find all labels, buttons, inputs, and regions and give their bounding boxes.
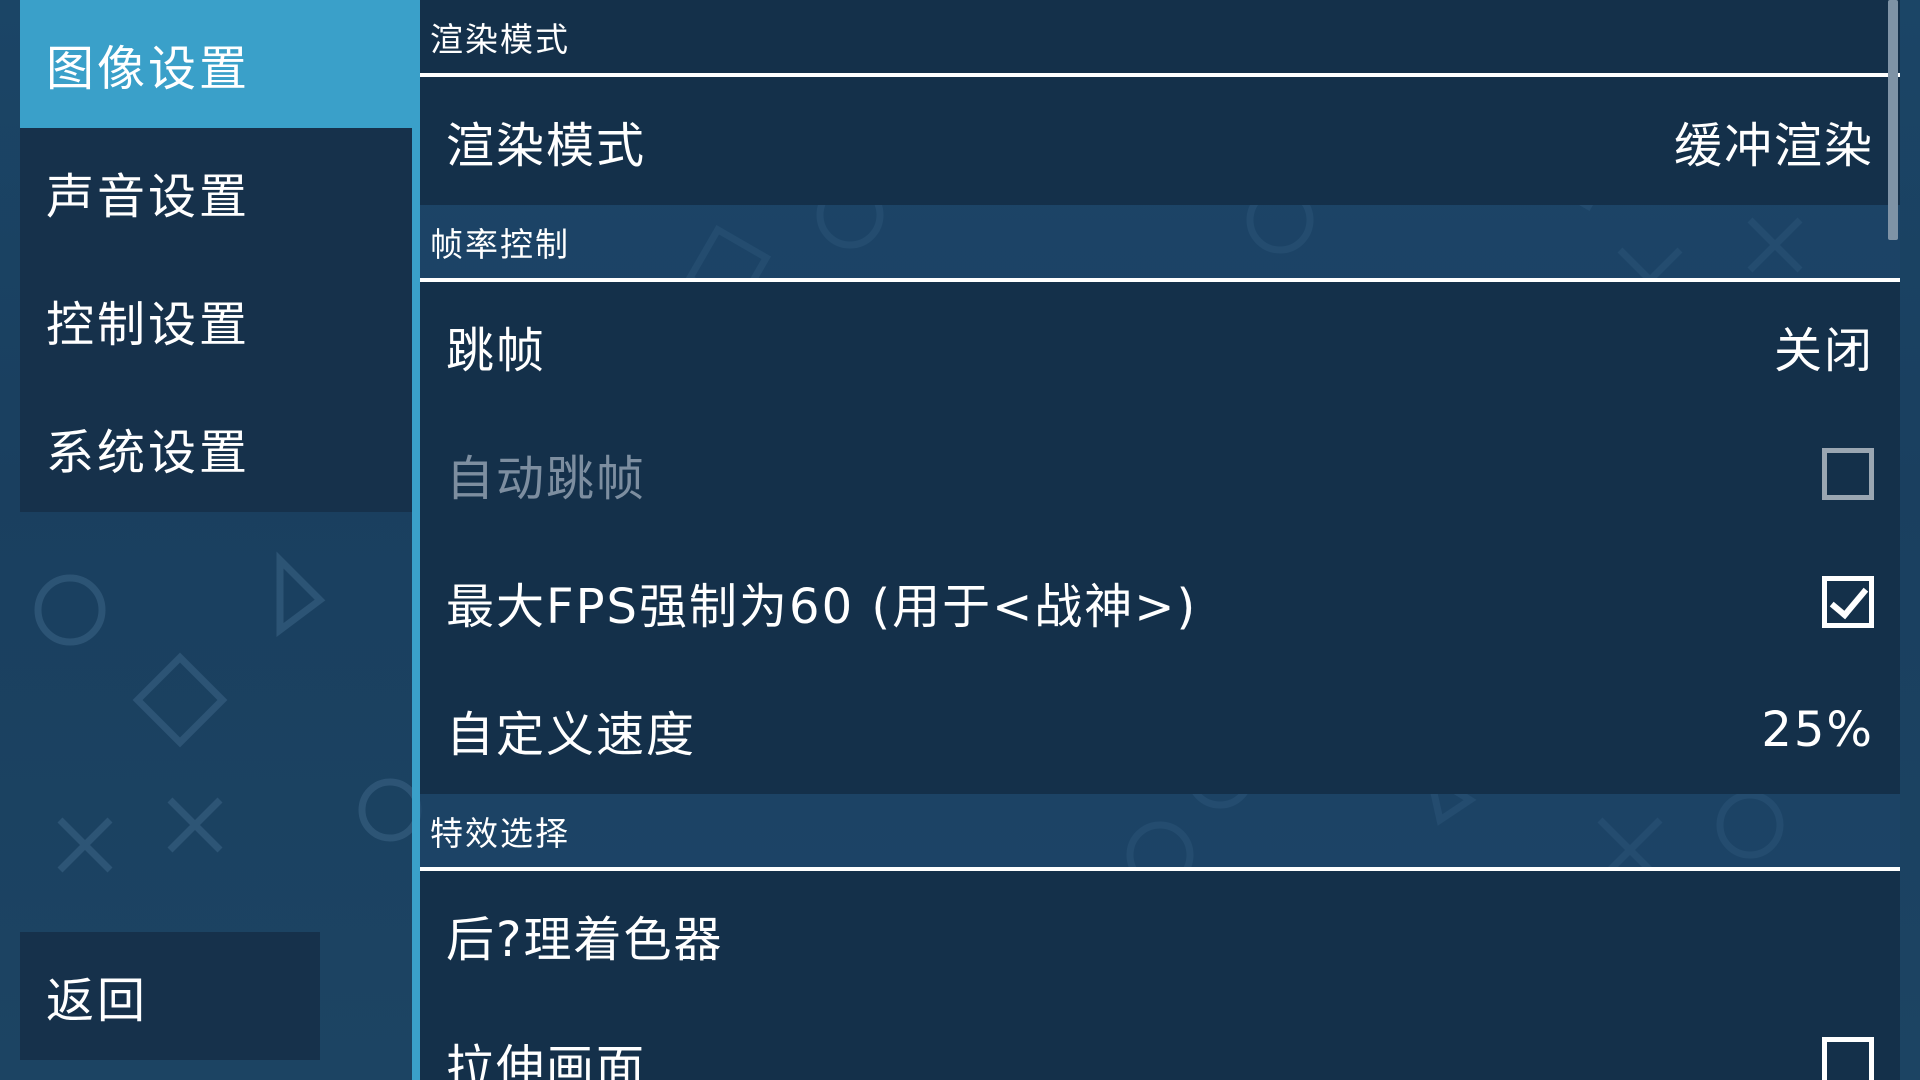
settings-category-sidebar: 图像设置 声音设置 控制设置 系统设置 [20,0,420,512]
sidebar-item-audio[interactable]: 声音设置 [20,128,412,256]
sidebar-item-system[interactable]: 系统设置 [20,384,412,512]
back-button-label: 返回 [46,973,149,1029]
setting-label: 自定义速度 [446,707,697,763]
section-header-label: 帧率控制 [430,224,570,264]
frameskip-setting[interactable]: 跳帧 关闭 [420,282,1900,410]
auto-frameskip-checkbox [1822,448,1874,500]
setting-value: 25% [1761,702,1874,758]
sidebar-item-label: 系统设置 [46,425,251,481]
sidebar-item-label: 声音设置 [46,169,251,225]
setting-label: 自动跳帧 [446,451,647,507]
render-mode-setting[interactable]: 渲染模式 缓冲渲染 [420,77,1900,205]
custom-speed-setting[interactable]: 自定义速度 25% [420,666,1900,794]
setting-value: 缓冲渲染 [1673,118,1874,174]
section-header-effects: 特效选择 [420,794,1900,871]
sidebar-item-label: 图像设置 [46,41,251,97]
back-button[interactable]: 返回 [20,932,320,1060]
section-header-label: 特效选择 [430,813,570,853]
sidebar-item-controls[interactable]: 控制设置 [20,256,412,384]
stretch-setting[interactable]: 拉伸画面 [420,999,1900,1080]
setting-label: 后?理着色器 [446,912,724,968]
postprocess-shader-setting[interactable]: 后?理着色器 [420,871,1900,999]
sidebar-item-label: 控制设置 [46,297,251,353]
max-fps-checkbox[interactable] [1822,576,1874,628]
stretch-checkbox[interactable] [1822,1037,1874,1080]
auto-frameskip-setting: 自动跳帧 [420,410,1900,538]
setting-value: 关闭 [1773,323,1874,379]
max-fps-setting[interactable]: 最大FPS强制为60 (用于<战神>) [420,538,1900,666]
scrollbar[interactable] [1888,0,1898,240]
section-header-render: 渲染模式 [420,0,1900,77]
sidebar-divider [412,0,420,1080]
settings-list: 渲染模式 渲染模式 缓冲渲染 帧率控制 跳帧 关闭 自动跳帧 最大FPS强制为6… [420,0,1900,1080]
sidebar-item-graphics[interactable]: 图像设置 [20,0,420,128]
setting-label: 最大FPS强制为60 (用于<战神>) [446,579,1198,635]
setting-label: 拉伸画面 [446,1040,647,1080]
section-header-framerate: 帧率控制 [420,205,1900,282]
section-header-label: 渲染模式 [430,19,570,59]
setting-label: 跳帧 [446,323,547,379]
setting-label: 渲染模式 [446,118,647,174]
